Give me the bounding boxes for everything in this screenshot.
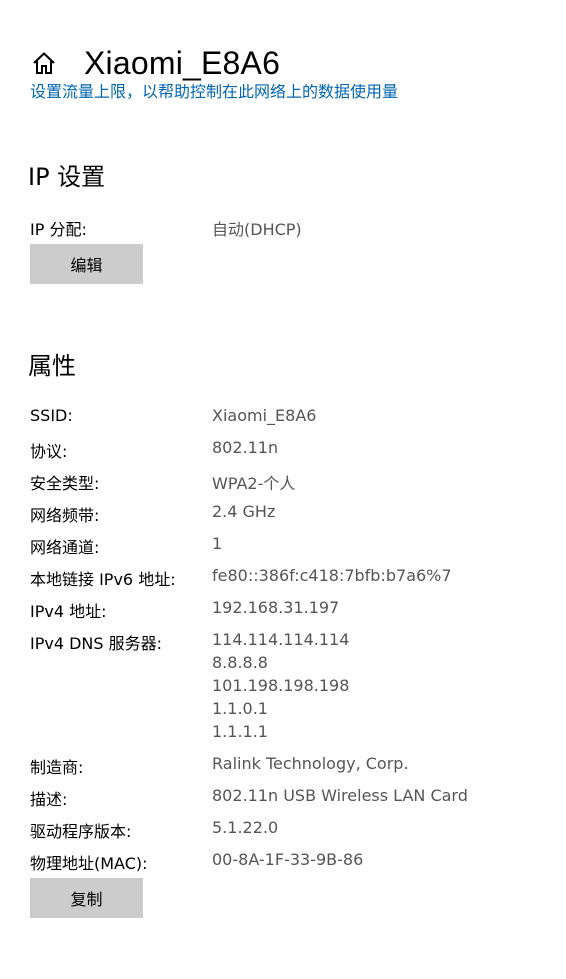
dns-servers-list: 114.114.114.114 8.8.8.8 101.198.198.198 … (212, 628, 349, 743)
dns-server-value: 114.114.114.114 (212, 630, 350, 649)
network-band-label: 网络频带: (30, 506, 100, 525)
network-channel-label: 网络通道: (30, 538, 100, 557)
data-limit-link-text[interactable]: 设置流量上限，以帮助控制在此网络上的数据使用量 (30, 84, 398, 102)
dns-server-value: 101.198.198.198 (212, 676, 350, 695)
ip-assignment-label: IP 分配: (30, 220, 87, 239)
page-title: Xiaomi_E8A6 (84, 44, 281, 81)
edit-button[interactable]: 编辑 (30, 244, 143, 284)
dns-server-value: 8.8.8.8 (212, 653, 268, 672)
ssid-label: SSID: (30, 406, 73, 425)
ipv6-address-label: 本地链接 IPv6 地址: (30, 570, 176, 589)
driver-version-value: 5.1.22.0 (212, 818, 279, 837)
description-label: 描述: (30, 790, 68, 809)
mac-address-value: 00-8A-1F-33-9B-86 (212, 850, 364, 869)
properties-heading: 属性 (28, 352, 76, 380)
ipv4-address-label: IPv4 地址: (30, 602, 107, 621)
network-channel-value: 1 (212, 534, 223, 553)
page-header: Xiaomi_E8A6 (30, 40, 280, 86)
protocol-value: 802.11n (212, 438, 279, 457)
driver-version-label: 驱动程序版本: (30, 822, 132, 841)
security-type-label: 安全类型: (30, 474, 100, 493)
protocol-label: 协议: (30, 442, 68, 461)
manufacturer-label: 制造商: (30, 758, 84, 777)
ipv6-address-value: fe80::386f:c418:7bfb:b7a6%7 (212, 566, 452, 585)
dns-servers-label: IPv4 DNS 服务器: (30, 634, 163, 653)
ip-settings-heading: IP 设置 (28, 163, 106, 191)
dns-server-value: 1.1.1.1 (212, 722, 268, 741)
ip-assignment-value: 自动(DHCP) (212, 220, 302, 239)
data-limit-link[interactable]: 设置流量上限，以帮助控制在此网络上的数据使用量 (30, 84, 398, 102)
ipv4-address-value: 192.168.31.197 (212, 598, 340, 617)
description-value: 802.11n USB Wireless LAN Card (212, 786, 468, 805)
mac-address-label: 物理地址(MAC): (30, 854, 148, 873)
home-icon[interactable] (30, 49, 58, 77)
copy-button[interactable]: 复制 (30, 878, 143, 918)
manufacturer-value: Ralink Technology, Corp. (212, 754, 409, 773)
network-band-value: 2.4 GHz (212, 502, 276, 521)
security-type-value: WPA2-个人 (212, 474, 296, 493)
dns-server-value: 1.1.0.1 (212, 699, 268, 718)
ssid-value: Xiaomi_E8A6 (212, 406, 317, 425)
